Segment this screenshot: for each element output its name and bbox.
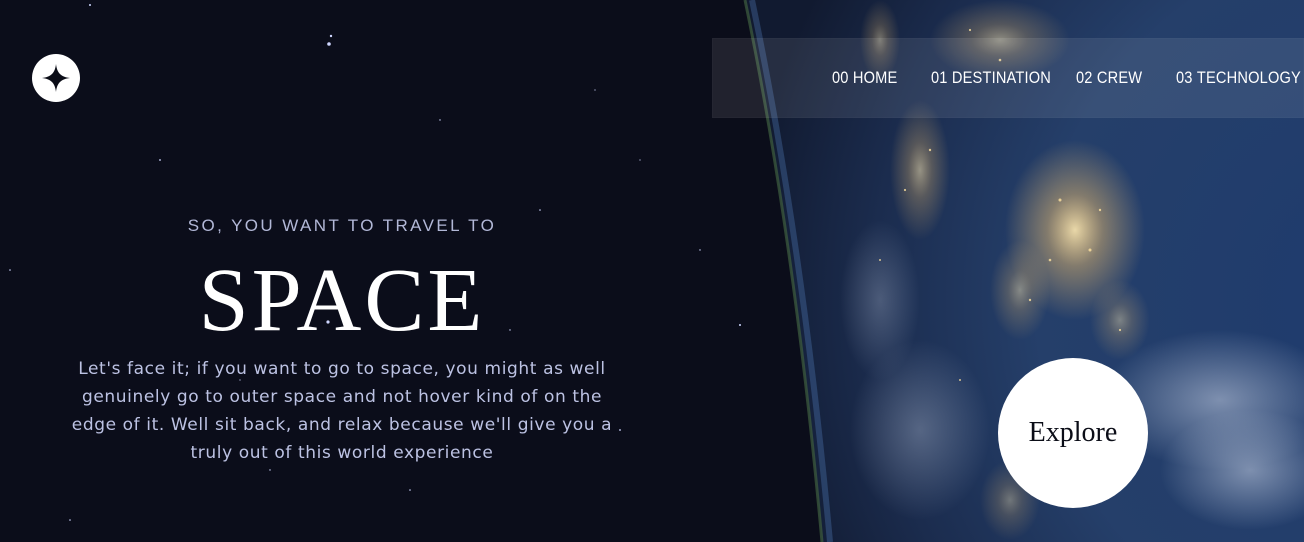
star-icon	[42, 64, 70, 92]
hero-description: Let's face it; if you want to go to spac…	[71, 359, 613, 463]
nav-item-number: 02	[1076, 68, 1093, 87]
nav-item-number: 00	[832, 68, 849, 87]
hero-kicker: SO, YOU WANT TO TRAVEL TO	[187, 216, 497, 235]
nav-item-label: DESTINATION	[951, 68, 1052, 87]
nav-item-number: 03	[1176, 68, 1193, 87]
nav-item-label: TECHNOLOGY	[1196, 68, 1301, 87]
nav-item-number: 01	[931, 68, 948, 87]
nav-item-crew[interactable]: 02 CREW	[1076, 38, 1142, 118]
explore-button[interactable]: Explore	[998, 358, 1148, 508]
nav-item-home[interactable]: 00 HOME	[832, 38, 897, 118]
hero-title: SPACE	[198, 251, 486, 350]
nav-item-label: HOME	[852, 68, 898, 87]
nav-item-destination[interactable]: 01 DESTINATION	[931, 38, 1051, 118]
logo[interactable]	[32, 54, 80, 102]
main-nav: 00 HOME 01 DESTINATION 02 CREW 03 TECHNOLOGY	[712, 38, 1304, 118]
home-page: 00 HOME 01 DESTINATION 02 CREW 03 TECHNOLOGY…	[0, 0, 1304, 542]
nav-item-label: CREW	[1096, 68, 1143, 87]
nav-item-technology[interactable]: 03 TECHNOLOGY	[1176, 38, 1301, 118]
